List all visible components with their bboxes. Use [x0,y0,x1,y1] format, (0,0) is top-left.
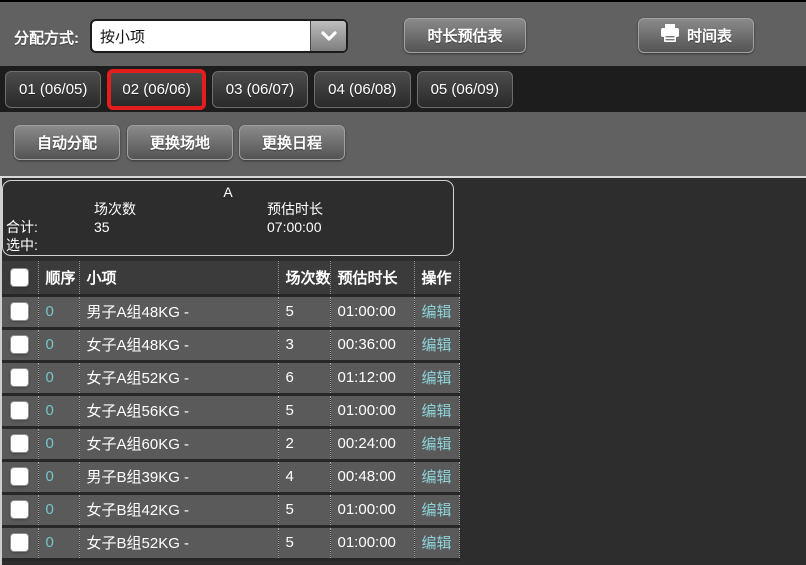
printer-icon [660,24,680,47]
allocation-mode-label: 分配方式: [14,27,79,48]
edit-link[interactable]: 编辑 [422,436,452,453]
row-checkbox[interactable] [11,303,28,320]
row-checkbox[interactable] [11,501,28,518]
action-bar: 自动分配 更换场地 更换日程 [0,112,806,178]
cell-duration: 00:48:00 [330,460,414,493]
table-row: 0 女子A组52KG - 6 01:12:00 编辑 [2,361,459,394]
edit-link[interactable]: 编辑 [422,304,452,321]
row-checkbox[interactable] [11,468,28,485]
tab-05[interactable]: 05 (06/09) [417,71,513,108]
cell-duration: 01:12:00 [330,361,414,394]
timetable-print-button[interactable]: 时间表 [638,18,754,53]
summary-total-label: 合计: [6,218,94,236]
events-table: 顺序 小项 场次数 预估时长 操作 0 男子A组48KG - 5 01:00:0… [2,261,460,561]
cell-matches: 2 [278,427,330,460]
tab-03[interactable]: 03 (06/07) [212,71,308,108]
venue-summary-panel: A 场次数 预估时长 合计: 35 07:00:00 选中: [2,180,454,256]
cell-matches: 6 [278,361,330,394]
summary-total-matches: 35 [94,218,267,236]
cell-matches: 5 [278,394,330,427]
cell-matches: 4 [278,460,330,493]
chevron-down-icon[interactable] [310,21,346,51]
venue-name: A [3,181,453,200]
edit-link[interactable]: 编辑 [422,370,452,387]
cell-order: 0 [38,295,79,328]
summary-total-duration: 07:00:00 [267,218,453,236]
change-venue-button[interactable]: 更换场地 [127,125,233,160]
header-item: 小项 [79,261,278,295]
table-row: 0 女子A组56KG - 5 01:00:00 编辑 [2,394,459,427]
cell-order: 0 [38,493,79,526]
tab-02[interactable]: 02 (06/06) [107,69,205,110]
allocation-mode-value: 按小项 [92,26,310,47]
cell-order: 0 [38,328,79,361]
edit-link[interactable]: 编辑 [422,502,452,519]
cell-matches: 5 [278,493,330,526]
summary-duration-header: 预估时长 [267,200,453,218]
summary-selected-label: 选中: [6,236,94,254]
cell-duration: 01:00:00 [330,493,414,526]
table-header-row: 顺序 小项 场次数 预估时长 操作 [2,261,459,295]
table-row: 0 女子A组48KG - 3 00:36:00 编辑 [2,328,459,361]
auto-assign-button[interactable]: 自动分配 [14,125,120,160]
edit-link[interactable]: 编辑 [422,535,452,552]
cell-duration: 01:00:00 [330,526,414,559]
header-order: 顺序 [38,261,79,295]
edit-link[interactable]: 编辑 [422,469,452,486]
edit-link[interactable]: 编辑 [422,337,452,354]
table-row: 0 男子B组39KG - 4 00:48:00 编辑 [2,460,459,493]
change-schedule-button[interactable]: 更换日程 [239,125,345,160]
header-action: 操作 [414,261,459,295]
allocation-mode-select[interactable]: 按小项 [90,19,348,53]
cell-matches: 5 [278,295,330,328]
cell-item: 女子A组56KG - [79,394,278,427]
cell-item: 男子B组39KG - [79,460,278,493]
table-row: 0 女子B组42KG - 5 01:00:00 编辑 [2,493,459,526]
row-checkbox[interactable] [11,534,28,551]
cell-duration: 00:24:00 [330,427,414,460]
cell-duration: 01:00:00 [330,295,414,328]
cell-order: 0 [38,361,79,394]
cell-order: 0 [38,526,79,559]
content-area: A 场次数 预估时长 合计: 35 07:00:00 选中: [0,178,806,565]
header-duration: 预估时长 [330,261,414,295]
top-toolbar: 分配方式: 按小项 时长预估表 时间表 [0,0,806,66]
row-checkbox[interactable] [11,402,28,419]
header-matches: 场次数 [278,261,330,295]
cell-item: 女子B组52KG - [79,526,278,559]
row-checkbox[interactable] [11,336,28,353]
cell-duration: 01:00:00 [330,394,414,427]
app-window: 分配方式: 按小项 时长预估表 时间表 01 (06/05) 02 (0 [0,0,806,565]
select-all-checkbox[interactable] [11,269,28,286]
duration-estimate-button[interactable]: 时长预估表 [404,18,526,53]
day-tab-bar: 01 (06/05) 02 (06/06) 03 (06/07) 04 (06/… [0,66,806,112]
table-row: 0 男子A组48KG - 5 01:00:00 编辑 [2,295,459,328]
tab-01[interactable]: 01 (06/05) [5,71,101,108]
edit-link[interactable]: 编辑 [422,403,452,420]
cell-matches: 5 [278,526,330,559]
cell-item: 女子B组42KG - [79,493,278,526]
cell-item: 女子A组48KG - [79,328,278,361]
row-checkbox[interactable] [11,435,28,452]
cell-item: 女子A组60KG - [79,427,278,460]
cell-order: 0 [38,460,79,493]
cell-item: 女子A组52KG - [79,361,278,394]
cell-order: 0 [38,394,79,427]
cell-item: 男子A组48KG - [79,295,278,328]
tab-04[interactable]: 04 (06/08) [314,71,410,108]
row-checkbox[interactable] [11,369,28,386]
cell-duration: 00:36:00 [330,328,414,361]
timetable-button-label: 时间表 [687,25,732,46]
cell-matches: 3 [278,328,330,361]
table-row: 0 女子A组60KG - 2 00:24:00 编辑 [2,427,459,460]
cell-order: 0 [38,427,79,460]
summary-matches-header: 场次数 [94,200,267,218]
table-row: 0 女子B组52KG - 5 01:00:00 编辑 [2,526,459,559]
